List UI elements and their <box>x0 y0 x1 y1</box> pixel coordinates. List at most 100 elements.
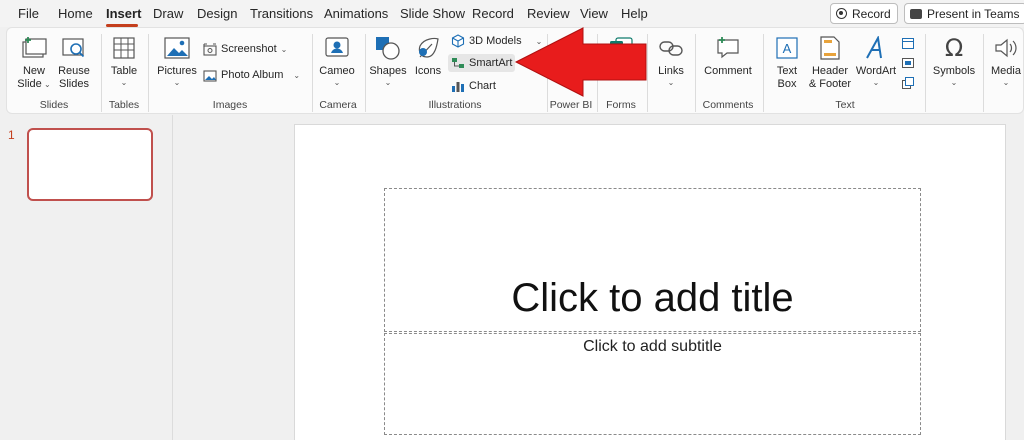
chart-button[interactable]: Chart <box>451 77 496 95</box>
group-separator <box>148 34 149 112</box>
calendar-icon <box>902 38 914 49</box>
object-button[interactable] <box>901 74 915 92</box>
group-separator <box>695 34 696 112</box>
chevron-down-icon: ⌄ <box>41 80 51 89</box>
svg-text:F: F <box>613 44 619 55</box>
header-footer-button[interactable]: Header & Footer <box>807 30 853 91</box>
record-button[interactable]: Record <box>830 3 898 24</box>
header-footer-icon <box>816 34 844 62</box>
text-box-label: Text <box>776 65 798 77</box>
record-icon <box>836 8 847 19</box>
tab-view[interactable]: View <box>580 6 608 21</box>
links-button[interactable]: Links ⌄ <box>655 30 687 87</box>
tab-transitions[interactable]: Transitions <box>250 6 313 21</box>
group-label-slides: Slides <box>39 99 69 111</box>
tab-home[interactable]: Home <box>58 6 93 21</box>
3d-models-label: 3D Models <box>469 35 522 47</box>
text-box-label-2: Box <box>777 78 797 90</box>
chevron-down-icon: ⌄ <box>384 78 392 87</box>
tab-review[interactable]: Review <box>527 6 570 21</box>
new-slide-label-2: Slide <box>17 78 42 90</box>
wordart-icon <box>862 34 890 62</box>
slide-thumbnail[interactable] <box>27 128 153 201</box>
group-separator <box>547 34 548 112</box>
group-label-forms: Forms <box>606 99 636 111</box>
group-label-illustrations: Illustrations <box>428 99 482 111</box>
pictures-button[interactable]: Pictures ⌄ <box>157 30 197 87</box>
smartart-button[interactable]: SmartArt <box>448 54 516 72</box>
cube-icon <box>451 34 465 48</box>
tab-design[interactable]: Design <box>197 6 237 21</box>
menu-bar: File Home Insert Draw Design Transitions… <box>0 0 1024 27</box>
reuse-label: Reuse <box>58 65 90 77</box>
slide-number: 1 <box>8 128 15 142</box>
record-button-label: Record <box>852 6 891 21</box>
screenshot-icon <box>203 42 217 56</box>
icons-label: Icons <box>414 65 442 77</box>
photo-album-button[interactable]: Photo Album ⌄ <box>203 66 300 84</box>
group-separator <box>925 34 926 112</box>
icons-button[interactable]: Icons <box>411 30 445 78</box>
shapes-button[interactable]: Shapes ⌄ <box>369 30 407 87</box>
tab-draw[interactable]: Draw <box>153 6 183 21</box>
tab-animations[interactable]: Animations <box>324 6 388 21</box>
text-box-button[interactable]: A Text Box <box>771 30 803 91</box>
group-separator <box>365 34 366 112</box>
group-separator <box>983 34 984 112</box>
subtitle-placeholder[interactable]: Click to add subtitle <box>384 333 921 435</box>
symbols-label: Symbols <box>932 65 976 77</box>
group-separator <box>597 34 598 112</box>
present-in-teams-button[interactable]: Present in Teams <box>904 3 1024 24</box>
pictures-icon <box>163 34 191 62</box>
svg-text:A: A <box>783 41 792 56</box>
teams-icon <box>910 8 922 19</box>
tab-insert[interactable]: Insert <box>106 6 141 21</box>
tab-help[interactable]: Help <box>621 6 648 21</box>
group-label-text: Text <box>835 99 855 111</box>
chart-label: Chart <box>469 80 496 92</box>
slide-number-button[interactable] <box>901 54 915 72</box>
ribbon: New Slide ⌄ Reuse Slides Slides Table ⌄ … <box>6 27 1024 114</box>
chevron-down-icon: ⌄ <box>667 78 675 87</box>
title-placeholder[interactable]: Click to add title <box>384 188 921 332</box>
comment-button[interactable]: Comment <box>701 30 755 78</box>
photo-album-label: Photo Album <box>221 69 284 81</box>
new-slide-button[interactable]: New Slide ⌄ <box>17 30 51 91</box>
slide-number-icon <box>902 58 914 68</box>
group-label-images: Images <box>212 99 248 111</box>
tab-slide-show[interactable]: Slide Show <box>400 6 465 21</box>
new-slide-label: New <box>22 65 45 77</box>
media-button[interactable]: Media ⌄ <box>989 30 1023 87</box>
photo-album-icon <box>203 69 217 82</box>
date-time-button[interactable] <box>901 34 915 52</box>
tab-record[interactable]: Record <box>472 6 514 21</box>
symbols-button[interactable]: Ω Symbols ⌄ <box>931 30 977 88</box>
pictures-label: Pictures <box>157 65 197 77</box>
tab-file[interactable]: File <box>18 6 39 21</box>
smartart-icon <box>452 58 464 68</box>
shapes-label: Shapes <box>369 65 407 77</box>
media-label: Media <box>991 65 1021 77</box>
group-separator <box>101 34 102 112</box>
chevron-down-icon: ⌄ <box>872 78 880 87</box>
cameo-button[interactable]: Cameo ⌄ <box>319 30 355 87</box>
table-button[interactable]: Table ⌄ <box>107 30 141 87</box>
reuse-slides-icon <box>60 34 88 62</box>
wordart-button[interactable]: WordArt ⌄ <box>855 30 897 87</box>
reuse-slides-button[interactable]: Reuse Slides <box>57 30 91 91</box>
3d-models-button[interactable]: 3D Models ⌄ <box>451 32 542 50</box>
forms-button[interactable]: F Forms <box>603 30 639 78</box>
chevron-down-icon: ⌄ <box>120 78 128 87</box>
table-icon <box>110 34 138 62</box>
cameo-label: Cameo <box>319 65 355 77</box>
group-label-tables: Tables <box>108 99 140 111</box>
screenshot-label: Screenshot <box>221 43 277 55</box>
chevron-down-icon: ⌄ <box>173 78 181 87</box>
screenshot-button[interactable]: Screenshot ⌄ <box>203 40 287 58</box>
chart-icon <box>452 81 464 92</box>
shapes-icon <box>374 34 402 62</box>
slide-canvas: Click to add title Click to add subtitle <box>294 124 1006 440</box>
table-label: Table <box>110 65 138 77</box>
header-footer-label-2: & Footer <box>808 78 852 90</box>
omega-icon: Ω <box>944 33 964 62</box>
